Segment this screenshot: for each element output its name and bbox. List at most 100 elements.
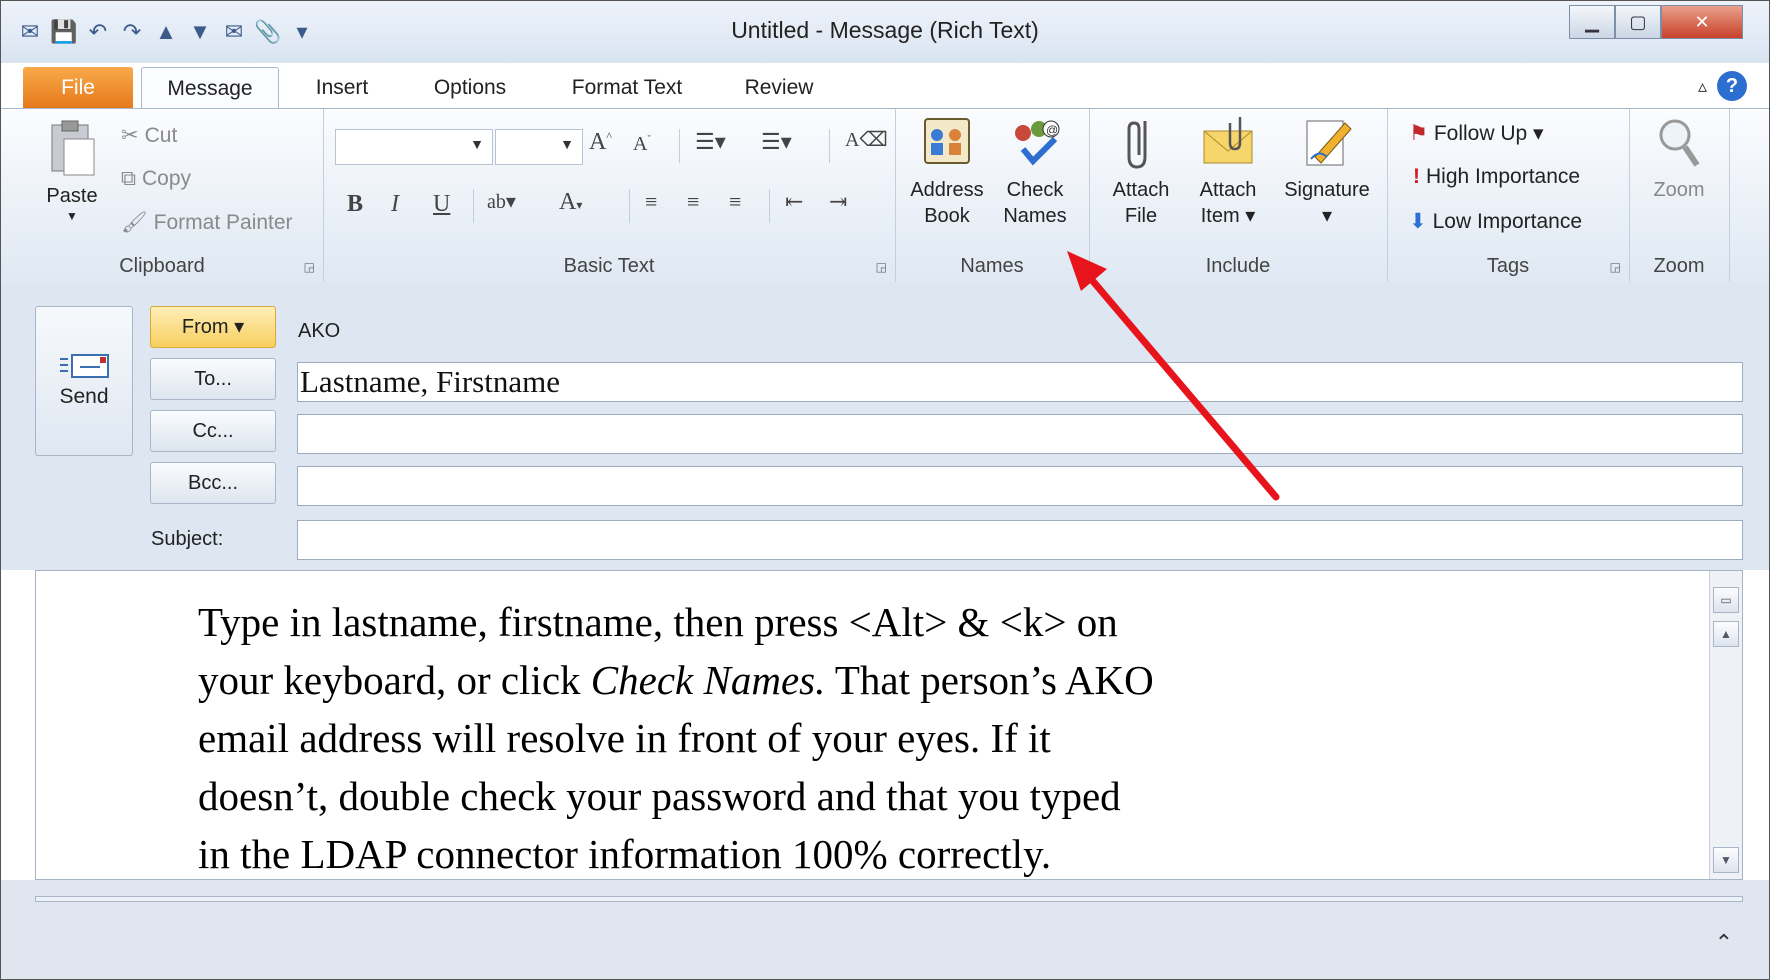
basic-text-group: ▼ ▼ A^ Aˇ ☰▾ ☰▾ A⌫ B I U ab▾ A▾ ≡ ≡ ≡ ⇤ … [323, 109, 896, 282]
help-icon[interactable]: ? [1717, 71, 1747, 101]
high-importance-button[interactable]: ! High Importance [1413, 165, 1580, 189]
minimize-button[interactable]: ▁ [1569, 5, 1615, 39]
font-size-combo[interactable]: ▼ [495, 129, 583, 165]
bullets-icon[interactable]: ☰▾ [695, 129, 726, 155]
tags-label: Tags [1486, 255, 1530, 277]
scroll-up-icon[interactable]: ▲ [1713, 621, 1739, 647]
basic-text-label: Basic Text [563, 255, 655, 277]
attach-file-label-2: File [1124, 205, 1158, 227]
paste-button[interactable]: Paste ▼ [35, 119, 109, 223]
high-importance-label: High Importance [1426, 165, 1581, 188]
address-book-button[interactable]: Address Book [905, 113, 989, 229]
send-icon [60, 354, 109, 378]
down-arrow-icon: ⬇ [1409, 210, 1427, 233]
clipboard-launcher-icon[interactable]: ◲ [304, 260, 315, 274]
paste-dropdown-icon[interactable]: ▼ [35, 209, 109, 223]
attach-file-button[interactable]: Attach File [1105, 113, 1177, 229]
body-line-2c: That person’s AKO [825, 657, 1154, 703]
highlight-icon[interactable]: ab▾ [487, 189, 516, 214]
ribbon: Paste ▼ ✂ Cut ⧉ Copy 🖌 Format Painter Cl… [1, 108, 1769, 283]
view-ruler-icon[interactable]: ▭ [1713, 587, 1739, 613]
brush-icon: 🖌 [121, 211, 148, 234]
tab-message[interactable]: Message [141, 67, 279, 110]
bcc-button[interactable]: Bcc... [150, 462, 276, 504]
align-center-icon[interactable]: ≡ [687, 189, 699, 215]
font-color-icon[interactable]: A▾ [559, 189, 582, 216]
chevron-down-icon: ▼ [470, 136, 484, 152]
close-button[interactable]: ✕ [1661, 5, 1743, 39]
cc-button[interactable]: Cc... [150, 410, 276, 452]
message-body[interactable]: Type in lastname, firstname, then press … [35, 570, 1743, 880]
increase-indent-icon[interactable]: ⇥ [829, 189, 847, 215]
zoom-button[interactable]: Zoom [1639, 113, 1719, 203]
underline-button[interactable]: U [433, 191, 450, 218]
align-right-icon[interactable]: ≡ [729, 189, 741, 215]
check-names-button[interactable]: @ Check Names [993, 113, 1077, 229]
font-name-combo[interactable]: ▼ [335, 129, 493, 165]
bcc-field[interactable] [297, 466, 1743, 506]
chevron-down-icon: ▼ [560, 136, 574, 152]
grow-font-icon[interactable]: A^ [589, 129, 612, 156]
window-title: Untitled - Message (Rich Text) [731, 17, 1039, 43]
scissors-icon: ✂ [121, 124, 139, 147]
tab-format-text[interactable]: Format Text [557, 67, 697, 109]
cc-field[interactable] [297, 414, 1743, 454]
cut-label: Cut [144, 123, 178, 147]
flag-icon: ⚑ [1409, 122, 1428, 145]
attach-item-label-1: Attach [1199, 179, 1257, 201]
address-book-icon [924, 118, 970, 164]
basic-text-launcher-icon[interactable]: ◲ [876, 260, 887, 274]
check-names-label-2: Names [1003, 205, 1067, 227]
zoom-group: Zoom Zoom [1629, 109, 1730, 282]
minimize-ribbon-icon[interactable]: ▵ [1698, 76, 1707, 97]
clipboard-group: Paste ▼ ✂ Cut ⧉ Copy 🖌 Format Painter Cl… [1, 109, 324, 282]
cut-button[interactable]: ✂ Cut [121, 123, 177, 148]
send-button[interactable]: Send [35, 306, 133, 456]
address-book-label-2: Book [924, 205, 970, 227]
signature-dropdown-icon[interactable]: ▾ [1271, 203, 1383, 229]
window-controls: ▁ ▢ ✕ [1569, 5, 1743, 39]
body-line-4: doesn’t, double check your password and … [198, 773, 1121, 819]
separator [769, 189, 770, 223]
vertical-scrollbar[interactable]: ▭ ▲ ▼ [1709, 571, 1742, 879]
attach-item-label-2: Item ▾ [1200, 205, 1256, 227]
tab-insert[interactable]: Insert [297, 67, 387, 109]
to-field[interactable]: Lastname, Firstname [297, 362, 1743, 402]
to-button[interactable]: To... [150, 358, 276, 400]
scroll-down-icon[interactable]: ▼ [1713, 847, 1739, 873]
paste-icon [51, 120, 95, 176]
shrink-font-icon[interactable]: Aˇ [633, 133, 651, 156]
italic-button[interactable]: I [391, 191, 399, 218]
clear-formatting-icon[interactable]: A⌫ [845, 127, 888, 152]
tags-launcher-icon[interactable]: ◲ [1610, 260, 1621, 274]
follow-up-button[interactable]: ⚑ Follow Up ▾ [1409, 121, 1544, 146]
signature-label: Signature [1284, 179, 1370, 201]
follow-up-label: Follow Up ▾ [1433, 122, 1544, 145]
pane-splitter[interactable] [35, 896, 1743, 902]
attach-item-button[interactable]: Attach Item ▾ [1189, 113, 1267, 229]
outlook-message-window: ✉ 💾 ↶ ↷ ▲ ▼ ✉ 📎 ▾ Untitled - Message (Ri… [0, 0, 1770, 980]
tab-file[interactable]: File [23, 67, 133, 109]
decrease-indent-icon[interactable]: ⇤ [785, 189, 803, 215]
bold-button[interactable]: B [347, 191, 363, 218]
address-book-label-1: Address [910, 179, 984, 201]
check-names-icon: @ [1015, 120, 1060, 166]
copy-button[interactable]: ⧉ Copy [121, 167, 191, 191]
separator [473, 189, 474, 223]
align-left-icon[interactable]: ≡ [645, 189, 657, 215]
separator [829, 129, 830, 163]
format-painter-button[interactable]: 🖌 Format Painter [121, 211, 293, 235]
include-label: Include [1205, 255, 1271, 277]
from-button[interactable]: From ▾ [150, 306, 276, 348]
body-line-2: your keyboard, or click Check Names. Tha… [198, 651, 1498, 709]
tab-review[interactable]: Review [729, 67, 829, 109]
copy-icon: ⧉ [121, 167, 136, 190]
tab-options[interactable]: Options [415, 67, 525, 109]
low-importance-button[interactable]: ⬇ Low Importance [1409, 209, 1582, 234]
expand-people-pane-icon[interactable]: ⌃ [1715, 930, 1733, 956]
subject-field[interactable] [297, 520, 1743, 560]
signature-button[interactable]: Signature ▾ [1271, 113, 1383, 229]
numbering-icon[interactable]: ☰▾ [761, 129, 792, 155]
maximize-button[interactable]: ▢ [1615, 5, 1661, 39]
names-label: Names [960, 255, 1024, 277]
